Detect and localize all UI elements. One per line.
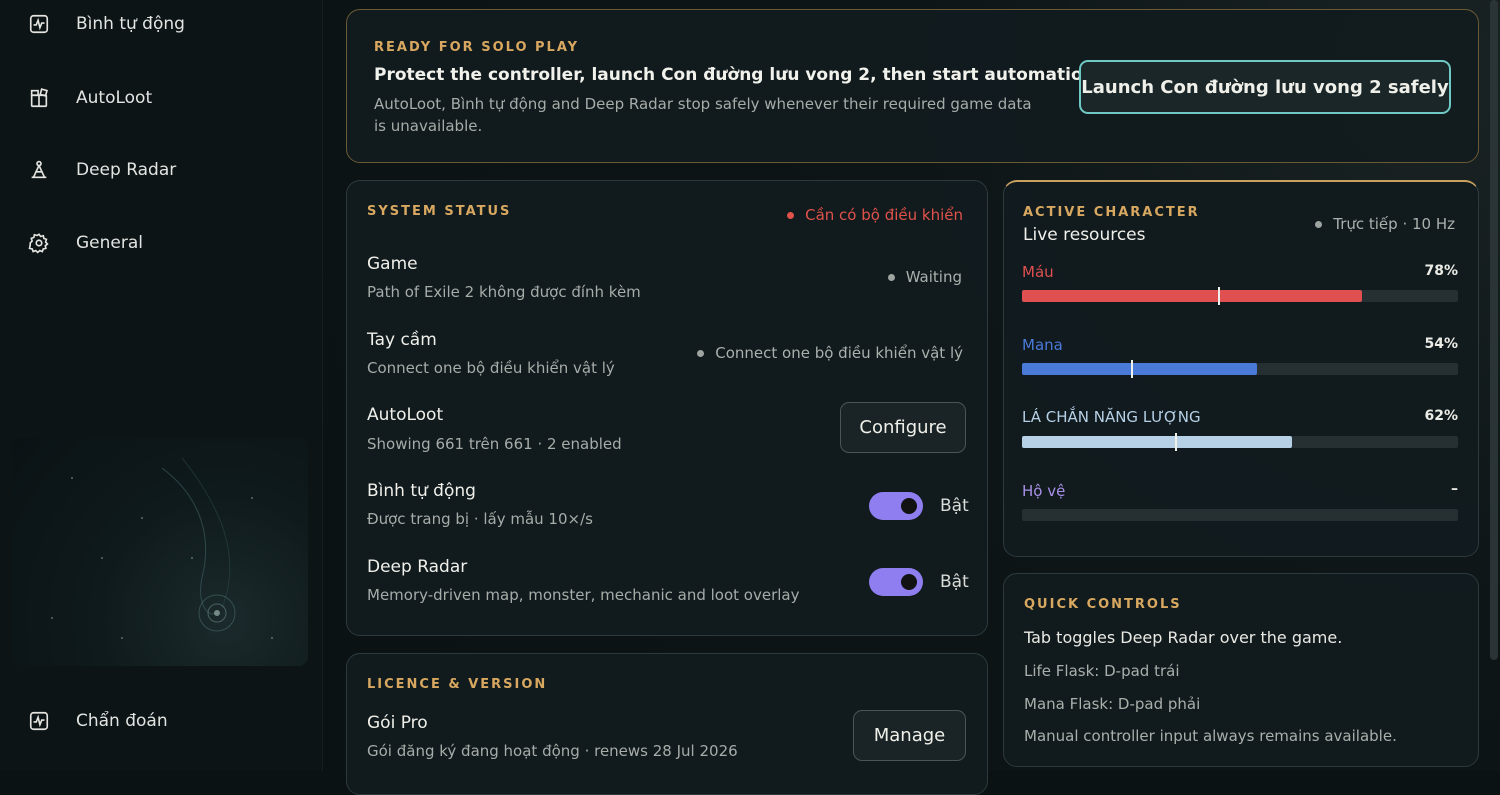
status-row-title: AutoLoot (367, 405, 444, 425)
quick-control-line: Mana Flask: D-pad phải (1024, 695, 1201, 713)
launch-game-button[interactable]: Launch Con đường lưu vong 2 safely (1079, 60, 1451, 114)
sidebar-item-label: Deep Radar (76, 160, 177, 180)
atlas-map-image (51, 457, 273, 639)
loot-box-icon (30, 88, 48, 108)
resource-value: 54% (1424, 336, 1458, 352)
gear-icon (28, 233, 49, 254)
status-row-title: Bình tự động (367, 481, 476, 501)
resource-bar (1022, 433, 1458, 451)
toggle-label: Bật (940, 496, 969, 516)
game-status: Waiting (887, 268, 962, 286)
sidebar-item-general[interactable]: General (28, 228, 143, 258)
sidebar-item-autoloot[interactable]: AutoLoot (28, 83, 152, 113)
resource-value: – (1451, 481, 1458, 497)
quick-controls-eyebrow: QUICK CONTROLS (1024, 597, 1182, 612)
character-title: Live resources (1023, 225, 1146, 245)
status-row-subtitle: Showing 661 trên 661 · 2 enabled (367, 435, 622, 453)
resource-bar (1022, 360, 1458, 378)
toggle-label: Bật (940, 572, 969, 592)
live-indicator: Trực tiếp · 10 Hz (1315, 215, 1455, 233)
quick-control-line: Manual controller input always remains a… (1024, 727, 1397, 745)
resource-value: 78% (1424, 263, 1458, 279)
status-row-subtitle: Path of Exile 2 không được đính kèm (367, 283, 641, 301)
quick-control-line: Life Flask: D-pad trái (1024, 662, 1180, 680)
quick-controls-headline: Tab toggles Deep Radar over the game. (1024, 628, 1343, 647)
system-status-eyebrow: SYSTEM STATUS (367, 204, 512, 219)
status-dot (887, 273, 895, 281)
scrollbar-thumb[interactable] (1490, 0, 1498, 660)
resource-bar-fill (1022, 436, 1293, 448)
resource-bar-fill (1022, 363, 1258, 375)
status-dot (697, 349, 705, 357)
alert-dot (787, 211, 795, 219)
sidebar-artwork (12, 438, 308, 666)
status-row-subtitle: Memory-driven map, monster, mechanic and… (367, 586, 800, 604)
configure-button[interactable]: Configure (840, 402, 966, 453)
status-row-title: Game (367, 254, 418, 274)
sidebar-item-label: Bình tự động (76, 14, 185, 34)
resource-bar-marker (1218, 287, 1221, 305)
character-eyebrow: ACTIVE CHARACTER (1023, 205, 1200, 220)
resource-bar-marker (1131, 360, 1133, 378)
controller-alert: Cần có bộ điều khiển (787, 206, 963, 224)
sidebar-item-chan-doan[interactable]: Chẩn đoán (28, 706, 168, 736)
resource-label: Hộ vệ (1022, 482, 1066, 500)
controller-alert-text: Cần có bộ điều khiển (805, 206, 963, 224)
deep-radar-toggle[interactable] (869, 568, 923, 596)
sidebar: Bình tự động AutoLoot Deep Radar General (0, 0, 323, 771)
banner-title: Protect the controller, launch Con đường… (374, 65, 1102, 85)
resource-label: LÁ CHẮN NĂNG LƯỢNG (1022, 408, 1201, 426)
live-dot (1315, 220, 1323, 228)
resource-bar (1022, 287, 1458, 305)
resource-bar (1022, 509, 1458, 521)
controller-status: Connect one bộ điều khiển vật lý (697, 344, 963, 362)
resource-value: 62% (1424, 408, 1458, 424)
pulse-icon (29, 14, 49, 34)
resource-bar-fill (1022, 290, 1363, 302)
resource-bar-marker (1174, 433, 1177, 451)
sidebar-item-label: General (76, 233, 143, 253)
status-row-title: Deep Radar (367, 557, 468, 577)
status-row-title: Tay cầm (367, 330, 437, 350)
banner-eyebrow: READY FOR SOLO PLAY (374, 40, 580, 55)
toggle-knob (901, 498, 917, 514)
resource-label: Máu (1022, 263, 1054, 281)
sidebar-item-label: AutoLoot (76, 88, 153, 108)
sidebar-item-label: Chẩn đoán (76, 711, 168, 731)
plan-title: Gói Pro (367, 713, 428, 733)
ready-banner: READY FOR SOLO PLAY Protect the controll… (346, 9, 1479, 163)
toggle-knob (901, 574, 917, 590)
resource-label: Mana (1022, 336, 1063, 354)
manage-button[interactable]: Manage (853, 710, 966, 761)
game-status-text: Waiting (905, 268, 962, 286)
status-row-subtitle: Được trang bị · lấy mẫu 10×/s (367, 510, 593, 528)
licence-eyebrow: LICENCE & VERSION (367, 677, 548, 692)
banner-description: AutoLoot, Bình tự động and Deep Radar st… (374, 95, 1032, 135)
binh-tu-dong-toggle[interactable] (869, 492, 923, 520)
controller-status-text: Connect one bộ điều khiển vật lý (715, 344, 963, 362)
live-rate-text: Trực tiếp · 10 Hz (1333, 215, 1455, 233)
pulse-icon (29, 711, 49, 731)
sidebar-item-binh-tu-dong[interactable]: Bình tự động (28, 9, 185, 39)
sidebar-item-deep-radar[interactable]: Deep Radar (28, 155, 176, 185)
status-row-subtitle: Connect one bộ điều khiển vật lý (367, 359, 615, 377)
radar-tower-icon (31, 160, 47, 179)
plan-subtitle: Gói đăng ký đang hoạt động · renews 28 J… (367, 742, 738, 760)
